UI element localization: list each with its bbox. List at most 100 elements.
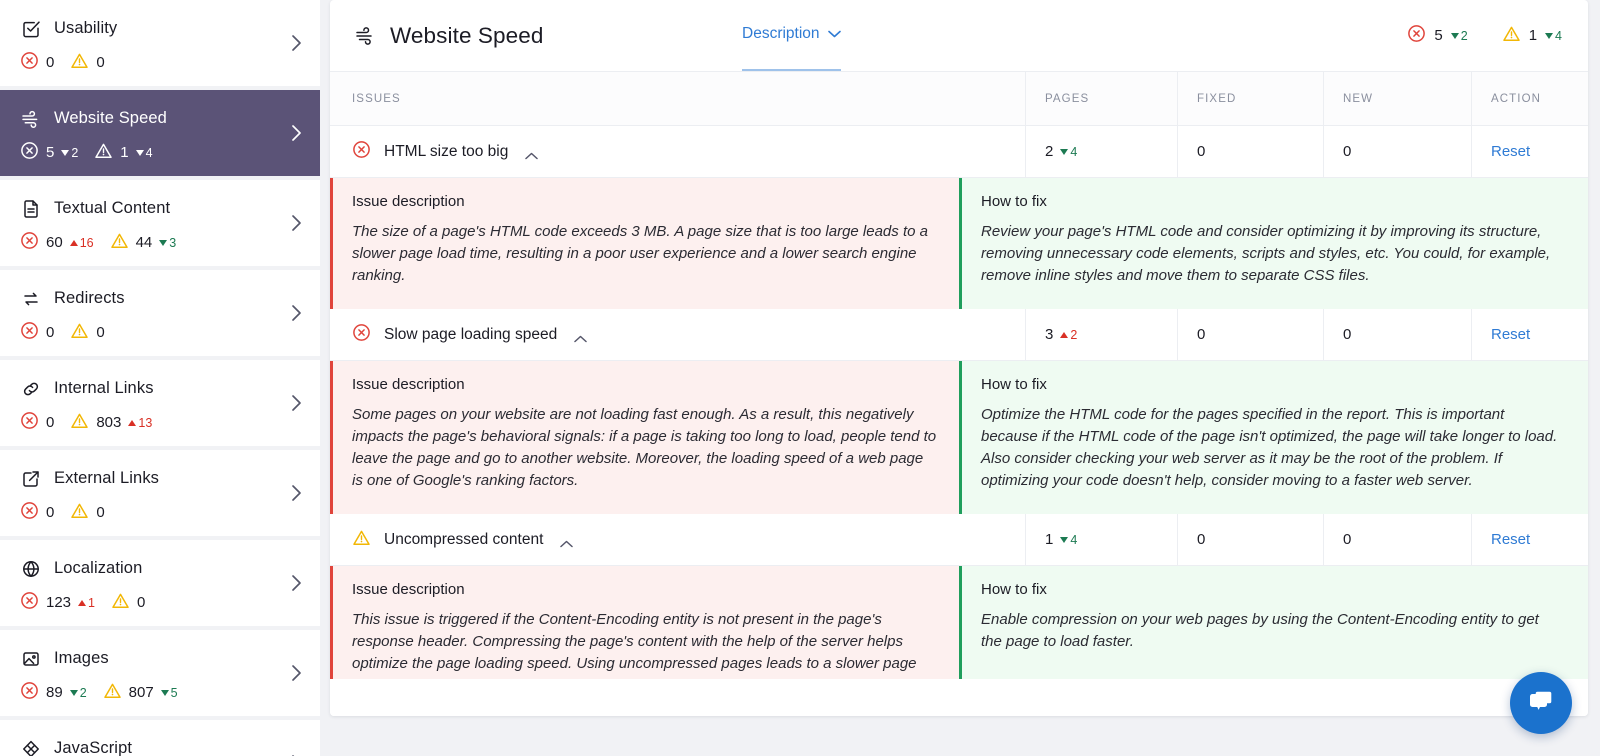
sidebar-item-images[interactable]: Images 89 2 807 5 <box>0 630 320 716</box>
delta-arrow-down-icon <box>1060 536 1069 543</box>
issue-name: Slow page loading speed <box>384 325 558 343</box>
chevron-right-icon[interactable] <box>291 124 302 142</box>
warning-stat: 44 3 <box>110 232 176 254</box>
sidebar-item-internal-links[interactable]: Internal Links 0 803 13 <box>0 360 320 446</box>
column-header-new: NEW <box>1323 71 1471 126</box>
error-count: 0 <box>46 414 55 431</box>
delta-down: 3 <box>159 236 176 250</box>
chevron-right-icon[interactable] <box>291 214 302 232</box>
delta-value: 16 <box>79 235 94 250</box>
issue-description-title: Issue description <box>352 193 465 210</box>
pages-value-wrap: 24 <box>1045 143 1077 160</box>
reset-button[interactable]: Reset <box>1491 326 1530 343</box>
tab-description[interactable]: Description <box>742 0 841 71</box>
error-stat: 0 <box>20 501 54 524</box>
how-to-fix-title: How to fix <box>981 376 1047 394</box>
how-to-fix-panel: How to fix Review your page's HTML code a… <box>959 178 1588 310</box>
sidebar-item-textual-content[interactable]: Textual Content 60 16 44 3 <box>0 180 320 266</box>
pages-cell: 32 <box>1025 308 1177 361</box>
chevron-right-icon[interactable] <box>291 34 302 52</box>
error-stat: 52 <box>20 141 78 164</box>
panel-header: Website Speed Description 5214 <box>330 0 1588 72</box>
reset-button[interactable]: Reset <box>1491 531 1530 548</box>
issue-detail-panel: Issue description This issue is triggered… <box>330 566 1588 679</box>
page-title: Website Speed <box>390 22 544 48</box>
new-cell: 0 <box>1323 513 1471 566</box>
chat-widget-button[interactable] <box>1510 672 1572 734</box>
delta-up: 13 <box>128 416 152 430</box>
sidebar-item-usability[interactable]: Usability 0 0 <box>0 0 320 86</box>
sidebar-item-stats-row: 52 14 <box>20 142 300 164</box>
header-error-stat: 52 <box>1407 24 1468 47</box>
sidebar-item-label: JavaScript <box>54 739 133 756</box>
error-icon <box>20 321 39 344</box>
tab-description-label: Description <box>742 25 820 42</box>
checkbox-icon <box>20 18 42 40</box>
warning-count: 44 <box>135 234 153 251</box>
header-stats: 5214 <box>1407 24 1562 47</box>
reset-button[interactable]: Reset <box>1491 143 1530 160</box>
table-row[interactable]: Uncompressed content 1 4 0 0 Reset <box>330 513 1588 567</box>
panel-tabs: Description <box>742 0 841 71</box>
fixed-count: 0 <box>1197 143 1206 160</box>
delta-arrow-down-icon <box>160 689 169 696</box>
fixed-count: 0 <box>1197 326 1206 344</box>
caret-up-icon[interactable] <box>560 535 574 548</box>
how-to-fix-text: Enable compression on your web pages by … <box>981 611 1539 651</box>
error-count: 5 <box>46 144 55 161</box>
sidebar-item-javascript[interactable]: JavaScript <box>0 720 320 756</box>
issue-cell[interactable]: HTML size too big <box>330 126 1025 178</box>
table-row[interactable]: HTML size too big 2 4 0 0 Reset <box>330 126 1588 178</box>
new-count: 0 <box>1343 143 1352 160</box>
column-header-issues: ISSUES <box>352 92 401 105</box>
delta-arrow-down-icon <box>159 239 168 246</box>
pages-count: 2 <box>1045 143 1054 160</box>
caret-up-icon[interactable] <box>574 330 587 343</box>
warning-stat: 14 <box>94 142 153 164</box>
issue-cell[interactable]: Uncompressed content <box>330 514 1025 566</box>
sidebar-item-website-speed[interactable]: Website Speed 5 2 1 4 <box>0 90 320 176</box>
error-icon <box>352 140 371 163</box>
chevron-right-icon[interactable] <box>291 304 302 322</box>
app-root: Usability 0 0 Website Speed 5 2 1 4 Textual Cont… <box>0 0 1600 756</box>
sidebar-item-title-row: JavaScript <box>20 735 300 756</box>
new-cell: 0 <box>1323 126 1471 178</box>
warning-icon <box>70 52 89 74</box>
issue-cell[interactable]: Slow page loading speed <box>330 309 1025 361</box>
issue-name: HTML size too big <box>384 142 509 160</box>
sidebar-item-stats-row: 00 <box>20 502 300 524</box>
delta-value: 1 <box>88 595 95 610</box>
chevron-right-icon[interactable] <box>291 574 302 592</box>
sidebar-item-title-row: Textual Content <box>20 195 300 223</box>
sidebar-item-label: Images <box>54 649 109 667</box>
javascript-icon <box>20 738 42 756</box>
sidebar-item-label: Localization <box>54 559 143 577</box>
warning-stat: 807 5 <box>103 682 178 704</box>
how-to-fix-panel: How to fix Optimize the HTML code for the… <box>959 361 1588 515</box>
warning-stat: 0 <box>70 502 105 524</box>
issue-description-text: Some pages on your website are not loadi… <box>352 406 937 490</box>
warning-icon <box>111 592 130 614</box>
delta-value: 2 <box>1070 327 1078 342</box>
table-row[interactable]: Slow page loading speed 3 2 0 0 Reset <box>330 308 1588 362</box>
fixed-cell: 0 <box>1177 126 1323 178</box>
delta-up: 1 <box>78 596 95 610</box>
warning-icon <box>70 322 89 344</box>
delta-arrow-up-icon <box>69 239 78 246</box>
pages-cell: 24 <box>1025 126 1177 178</box>
issue-toggle[interactable]: HTML size too big <box>352 140 539 163</box>
chevron-right-icon[interactable] <box>291 664 302 682</box>
link-icon <box>20 378 42 400</box>
chevron-right-icon[interactable] <box>291 394 302 412</box>
sidebar-item-localization[interactable]: Localization 123 1 0 <box>0 540 320 626</box>
wind-icon <box>354 25 376 47</box>
sidebar-item-stats-row: 123 1 0 <box>20 592 300 614</box>
issue-toggle[interactable]: Uncompressed content <box>352 529 574 551</box>
caret-up-icon[interactable] <box>525 147 539 160</box>
sidebar-item-label: Textual Content <box>54 199 171 217</box>
chevron-right-icon[interactable] <box>291 484 302 502</box>
sidebar-item-external-links[interactable]: External Links 0 0 <box>0 450 320 536</box>
sidebar-item-redirects[interactable]: Redirects 0 0 <box>0 270 320 356</box>
sidebar-item-title-row: Usability <box>20 15 300 43</box>
issue-toggle[interactable]: Slow page loading speed <box>352 323 587 346</box>
